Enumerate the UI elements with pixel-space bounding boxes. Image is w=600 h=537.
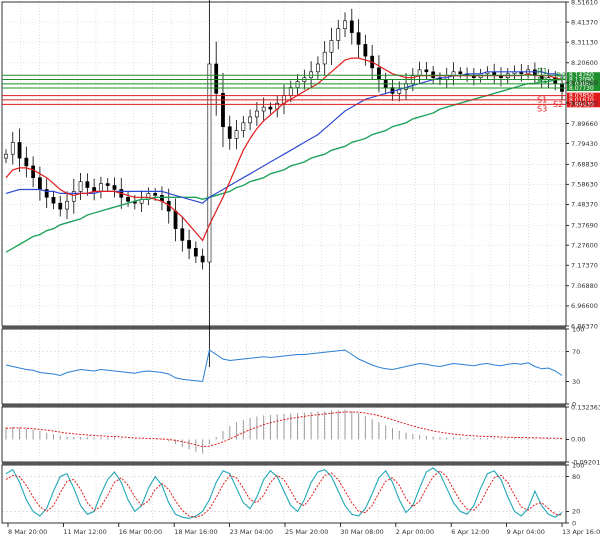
candle-body (363, 44, 368, 57)
candle-body (180, 228, 185, 241)
candle-body (65, 200, 69, 210)
price-y-tick-label: 7.58630 (571, 181, 598, 189)
candle-body (99, 183, 103, 192)
candle-body (105, 183, 110, 186)
stochastic-y-tick-label: 80 (572, 473, 580, 481)
candle-body (458, 71, 463, 75)
forex-chart: R1 8.14260R2 8.12090R1 8.098608.07730S1 8.03… (1, 0, 600, 536)
candle-body (234, 130, 239, 139)
candle-body (261, 106, 266, 112)
candle-body (85, 181, 90, 188)
price-y-tick-label: 8.41370 (571, 18, 598, 26)
x-tick-label: 8 Mar 20:00 (8, 528, 47, 536)
x-tick-label: 16 Mar 00:00 (119, 528, 162, 536)
price-y-tick-label: 7.89660 (571, 120, 598, 128)
x-tick-label: 11 Mar 12:00 (63, 528, 106, 536)
macd-panel (5, 409, 563, 454)
candle-body (4, 153, 8, 159)
candle-body (173, 210, 178, 229)
rsi-y-tick-label: 100 (572, 325, 584, 333)
price-y-tick-label: 7.79430 (571, 140, 598, 148)
x-tick-label: 25 Mar 20:00 (285, 528, 328, 536)
y-axes: 8.51610 8.41370 8.31130 8.20600 8.10360 8.001… (566, 0, 600, 527)
price-y-tick-label: 7.06880 (571, 282, 598, 290)
rsi-y-tick-label: 70 (572, 348, 580, 356)
candle-body (560, 83, 564, 92)
candle-body (221, 93, 225, 128)
candle-body (78, 181, 83, 192)
candle-body (329, 40, 334, 53)
x-tick-label: 6 Apr 12:00 (451, 528, 489, 536)
candle-body (227, 126, 232, 139)
candle-body (38, 177, 42, 190)
candle-body (295, 81, 300, 88)
price-y-tick-label: 7.17370 (571, 262, 598, 270)
x-tick-label: 2 Apr 00:00 (396, 528, 434, 536)
candle-body (322, 51, 327, 65)
candle-body (214, 63, 219, 94)
stochastic-y-tick-label: 0 (572, 519, 576, 527)
candle-body (58, 202, 63, 210)
candle-body (377, 67, 381, 80)
candle-body (336, 28, 341, 41)
price-y-tick-label: 7.37690 (571, 222, 598, 230)
stochastic-y-tick-label: 100 (572, 461, 584, 469)
x-tick-label: 9 Apr 04:00 (507, 528, 545, 536)
x-axis: 8 Mar 20:00 11 Mar 12:00 16 Mar 00:00 18 Ma… (7, 523, 600, 536)
x-tick-label: 23 Mar 04:00 (230, 528, 273, 536)
panel-separator (2, 462, 566, 465)
candle-body (343, 20, 347, 29)
panel-separator (2, 404, 566, 407)
candle-body (404, 83, 408, 90)
macd-y-tick-label: 0.132363 (571, 403, 600, 411)
candle-body (51, 197, 56, 204)
candle-body (200, 255, 205, 263)
price-y-tick-label: 8.00120 (571, 99, 598, 107)
macd-y-tick-label: 0.00 (571, 436, 585, 444)
level-label: S3 (537, 104, 547, 113)
panel-frame (1, 464, 567, 524)
candle-body (112, 185, 117, 190)
price-y-tick-label: 7.48370 (571, 201, 598, 209)
x-tick-label: 18 Mar 16:00 (174, 528, 217, 536)
panel-separator (2, 326, 566, 329)
candle-body (31, 165, 36, 179)
price-y-tick-label: 8.10360 (571, 79, 598, 87)
level-label: R2 (556, 71, 567, 80)
price-y-tick-label: 6.96600 (571, 302, 598, 310)
x-tick-label: 13 Apr 16:00 (562, 528, 600, 536)
candle-body (17, 142, 22, 159)
stochastic-y-tick-label: 20 (572, 508, 580, 516)
candle-body (193, 247, 198, 257)
price-panel: R1 8.14260R2 8.12090R1 8.098608.07730S1 8.03… (2, 0, 600, 368)
price-y-tick-label: 8.20600 (571, 59, 598, 67)
candle-body (288, 87, 293, 96)
candle-body (153, 193, 158, 196)
price-y-tick-label: 8.31130 (571, 38, 598, 46)
candle-body (349, 20, 354, 33)
price-y-tick-label: 7.68830 (571, 161, 598, 169)
candle-body (207, 63, 212, 263)
candle-body (254, 110, 259, 118)
candle-body (356, 32, 361, 45)
candle-body (316, 63, 320, 73)
rsi-y-tick-label: 30 (572, 378, 580, 386)
grid (2, 1, 566, 523)
price-y-tick-label: 8.51610 (571, 0, 598, 6)
candle-body (10, 142, 15, 155)
candle-body (187, 240, 191, 249)
candle-body (268, 106, 273, 110)
price-y-tick-label: 7.27600 (571, 241, 598, 249)
candle-body (424, 69, 429, 73)
x-tick-label: 30 Mar 08:00 (340, 528, 383, 536)
candle-body (241, 122, 246, 131)
candle-body (248, 116, 252, 124)
candle-body (24, 157, 29, 167)
candle-body (126, 197, 130, 202)
level-label: R1 (537, 76, 548, 85)
